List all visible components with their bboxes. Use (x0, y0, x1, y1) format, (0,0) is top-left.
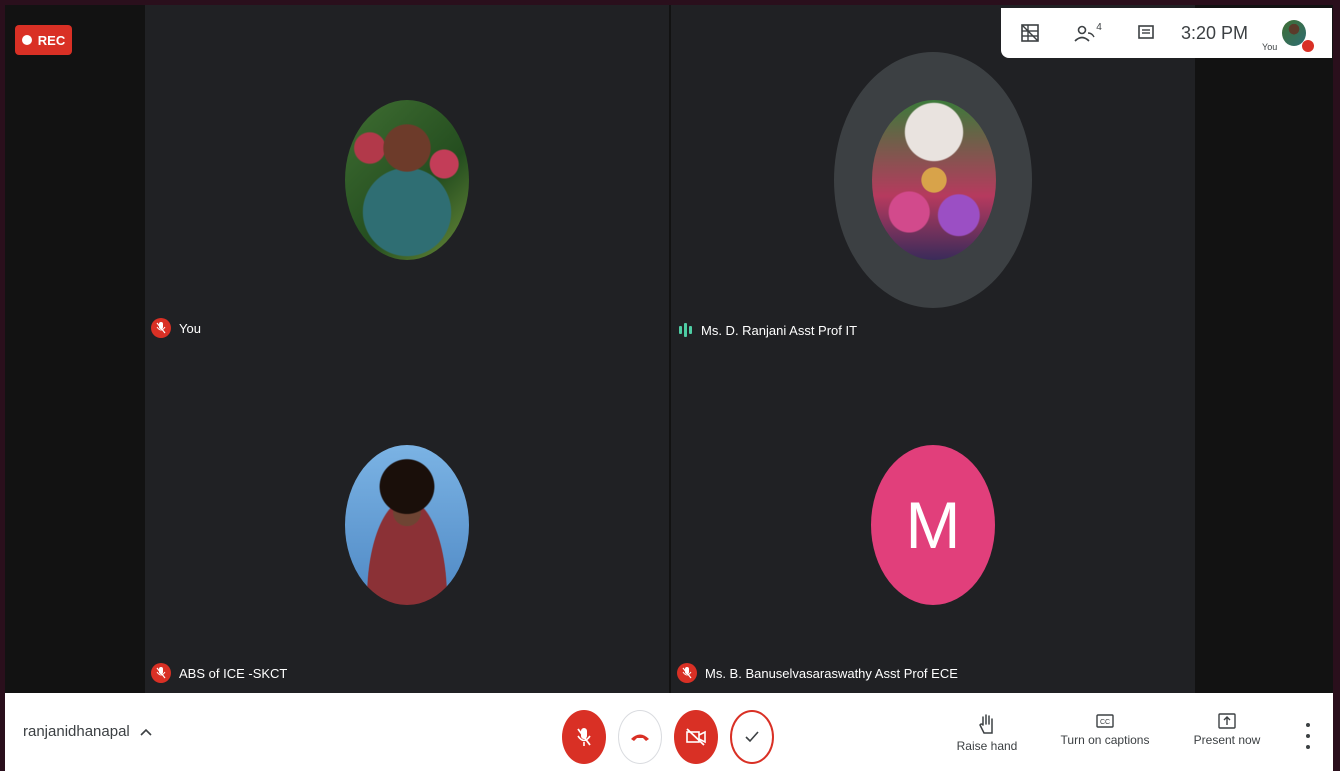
people-icon (1074, 25, 1095, 42)
captions-label: Turn on captions (1060, 733, 1150, 747)
svg-text:CC: CC (1100, 719, 1110, 726)
avatar (345, 100, 469, 260)
speaking-indicator-icon (677, 322, 693, 338)
present-now-button[interactable]: Present now (1187, 713, 1267, 747)
mic-off-icon (1302, 40, 1315, 52)
recording-label: REC (37, 32, 66, 48)
participant-name: ABS of ICE -SKCT (179, 665, 288, 681)
initial-avatar: M (871, 445, 995, 605)
leave-call-button[interactable] (618, 710, 662, 764)
clock: 3:20 PM (1181, 22, 1249, 43)
grid-layout-button[interactable] (1001, 8, 1059, 58)
check-icon (745, 731, 759, 743)
end-call-icon (631, 734, 649, 741)
participants-count: 4 (1096, 21, 1102, 33)
chevron-up-icon (140, 728, 152, 736)
meeting-window: You Ms. D. Ranjani Asst Prof IT ABS of I… (0, 0, 1340, 771)
raise-hand-label: Raise hand (956, 739, 1018, 753)
avatar (345, 445, 469, 605)
meeting-name: ranjanidhanapal (23, 723, 130, 740)
participant-tile-abs[interactable]: ABS of ICE -SKCT (145, 350, 669, 693)
check-button[interactable] (730, 710, 774, 764)
top-info-bar: 4 3:20 PM You (1001, 8, 1332, 58)
bottom-control-bar: ranjanidhanapal Raise hand CC Turn on ca… (5, 693, 1333, 771)
raise-hand-icon (979, 714, 993, 734)
grid-layout-icon (1021, 24, 1039, 42)
participant-name: You (179, 320, 201, 336)
video-stage: You Ms. D. Ranjani Asst Prof IT ABS of I… (5, 5, 1333, 693)
mic-toggle-button[interactable] (562, 710, 606, 764)
participant-name: Ms. B. Banuselvasaraswathy Asst Prof ECE (705, 665, 958, 681)
captions-button[interactable]: CC Turn on captions (1057, 713, 1153, 747)
more-options-button[interactable] (1301, 723, 1315, 749)
participant-nameplate: Ms. D. Ranjani Asst Prof IT (677, 322, 857, 338)
present-icon (1218, 713, 1236, 729)
mic-off-icon (151, 318, 171, 338)
self-view-thumb[interactable]: You (1262, 8, 1315, 58)
camera-off-icon (686, 728, 706, 746)
camera-toggle-button[interactable] (674, 710, 718, 764)
participant-tile-banuselvasaraswathy[interactable]: M Ms. B. Banuselvasaraswathy Asst Prof E… (671, 350, 1195, 693)
avatar (872, 100, 996, 260)
mic-off-icon (677, 663, 697, 683)
chat-icon (1138, 25, 1154, 39)
recording-badge: REC (15, 25, 72, 55)
participant-nameplate: ABS of ICE -SKCT (151, 663, 287, 683)
record-dot-icon (21, 35, 32, 45)
chat-button[interactable] (1117, 8, 1175, 58)
present-label: Present now (1193, 733, 1261, 747)
self-label: You (1262, 42, 1278, 52)
participant-nameplate: Ms. B. Banuselvasaraswathy Asst Prof ECE (677, 663, 958, 683)
mic-off-icon (577, 728, 591, 746)
participant-grid: You Ms. D. Ranjani Asst Prof IT ABS of I… (145, 5, 1195, 693)
captions-icon: CC (1096, 714, 1114, 728)
participant-name: Ms. D. Ranjani Asst Prof IT (701, 322, 858, 338)
participants-button[interactable]: 4 (1059, 8, 1117, 58)
meeting-details-toggle[interactable]: ranjanidhanapal (23, 723, 152, 740)
mic-off-icon (151, 663, 171, 683)
participant-nameplate: You (151, 318, 201, 338)
participant-tile-you[interactable]: You (145, 5, 669, 348)
more-vert-icon (1306, 723, 1310, 727)
raise-hand-button[interactable]: Raise hand (951, 713, 1023, 753)
